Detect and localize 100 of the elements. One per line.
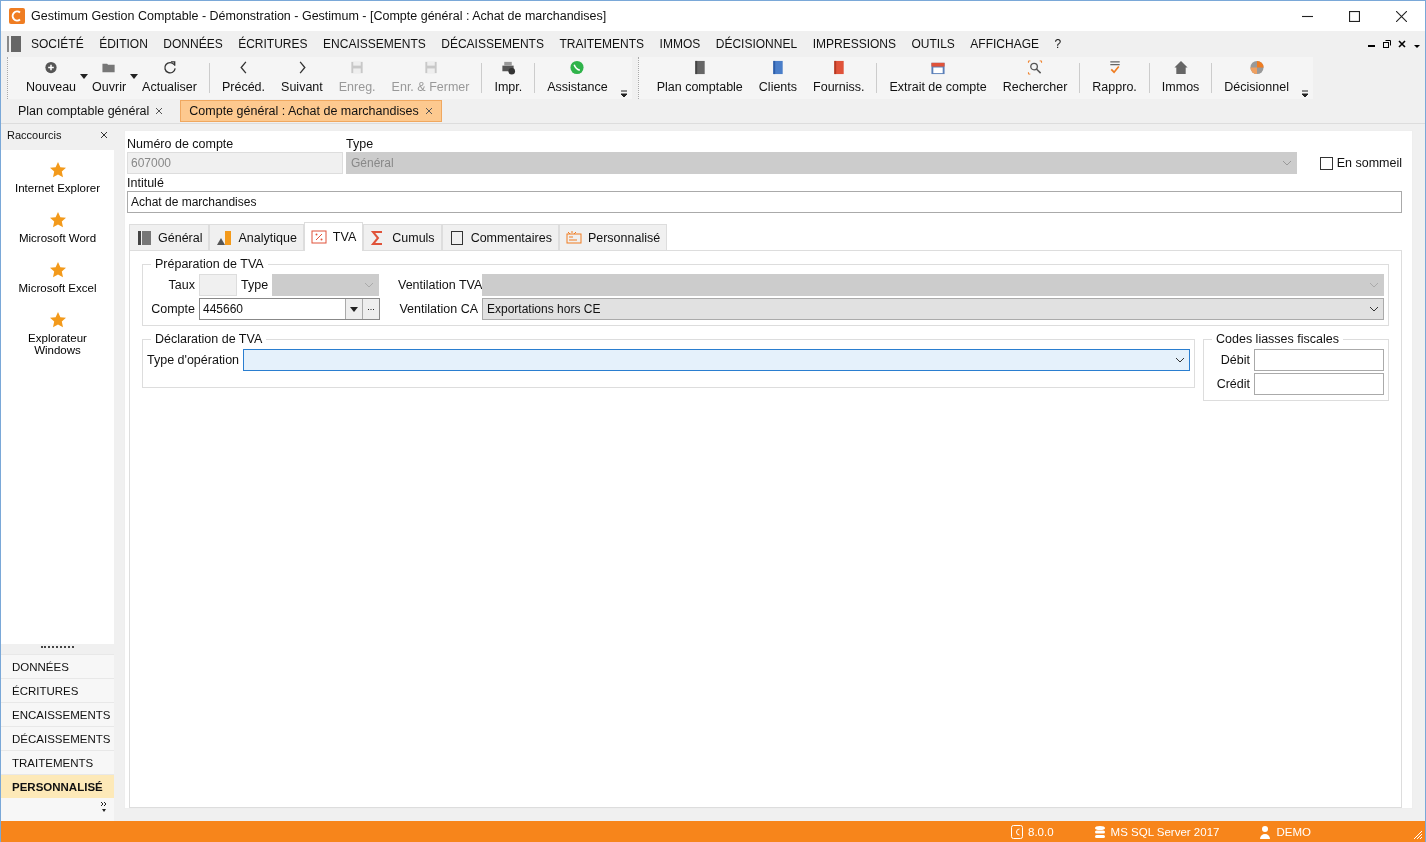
menu-item[interactable]: TRAITEMENTS <box>559 37 645 51</box>
field-label: Ventilation CA <box>398 302 478 316</box>
close-icon[interactable] <box>1396 10 1407 22</box>
window-title: Gestimum Gestion Comptable - Démonstration - Gestimum - [Compte général : Achat de marchandises] <box>31 9 607 23</box>
shortcut-item[interactable]: Microsoft Word <box>1 208 114 248</box>
title-field[interactable]: Achat de marchandises <box>127 191 1402 213</box>
user-icon <box>1259 824 1272 839</box>
debit-field[interactable] <box>1254 349 1384 371</box>
rate-field[interactable] <box>199 274 237 296</box>
toolbar-button[interactable]: Décisionnel <box>1216 57 1297 99</box>
toolbar-button[interactable]: Rappro. <box>1084 57 1145 99</box>
percent-icon <box>310 229 327 245</box>
form-icon <box>565 229 582 246</box>
dormant-checkbox[interactable]: En sommeil <box>1319 156 1402 170</box>
menu-item[interactable]: DONNÉES <box>163 37 223 51</box>
menu-item[interactable]: IMMOS <box>659 37 701 51</box>
group-title: Préparation de TVA <box>154 257 265 271</box>
page-icon <box>448 229 465 246</box>
menu-item[interactable]: SOCIÉTÉ <box>31 37 84 51</box>
field-label: Crédit <box>1215 377 1250 391</box>
shortcut-item[interactable]: Explorateur Windows <box>1 308 114 360</box>
save-icon <box>349 60 366 75</box>
toolbar-button[interactable]: Extrait de compte <box>881 57 995 99</box>
star-icon <box>49 262 66 278</box>
group-title: Déclaration de TVA <box>154 332 264 346</box>
toolbar-button[interactable]: Précéd. <box>213 57 274 99</box>
form-tab[interactable]: TVA <box>303 222 364 251</box>
toolbar-button[interactable]: Actualiser <box>134 57 205 99</box>
overflow-icon[interactable] <box>619 89 628 97</box>
close-icon[interactable] <box>100 131 108 139</box>
chevron-down-icon <box>1369 282 1379 288</box>
document-tab[interactable]: Compte général : Achat de marchandises <box>180 100 442 122</box>
menu-item[interactable]: IMPRESSIONS <box>812 37 896 51</box>
toolbar-button[interactable]: Plan comptable <box>648 57 751 99</box>
ca-breakdown-dropdown[interactable]: Exportations hors CE <box>482 298 1384 320</box>
menu-item[interactable]: DÉCAISSEMENTS <box>441 37 544 51</box>
form-tab[interactable]: Personnalisé <box>558 224 668 250</box>
operation-type-dropdown[interactable] <box>243 349 1190 371</box>
toolbar-button[interactable]: Fourniss. <box>805 57 873 99</box>
field-label: Numéro de compte <box>127 137 234 151</box>
group-title: Codes liasses fiscales <box>1215 332 1340 346</box>
field-label: Type <box>241 278 269 292</box>
star-icon <box>49 212 66 228</box>
toolbar-button[interactable]: Ouvrir <box>84 57 135 99</box>
toolbar-button[interactable]: Suivant <box>273 57 331 99</box>
overflow-icon[interactable] <box>1300 89 1309 97</box>
maximize-icon[interactable] <box>1349 10 1360 22</box>
sidebar-section[interactable]: ENCAISSEMENTS <box>1 702 114 726</box>
restore-icon[interactable] <box>1383 40 1391 48</box>
menu-item[interactable]: ? <box>1054 37 1062 51</box>
field-label: Compte <box>150 302 195 316</box>
toolbar-button[interactable]: Immos <box>1153 57 1208 99</box>
menu-item[interactable]: ENCAISSEMENTS <box>323 37 426 51</box>
app-logo-icon <box>1011 824 1023 839</box>
document-tab[interactable]: Plan comptable général <box>9 100 173 122</box>
form-tab[interactable]: Cumuls <box>363 224 442 250</box>
chevron-down-icon <box>1281 160 1292 166</box>
pie-icon <box>1248 60 1265 75</box>
sidebar-section[interactable]: PERSONNALISÉ <box>1 774 114 798</box>
account-combo-field[interactable]: 445660 <box>199 298 380 320</box>
house-icon <box>1172 60 1189 75</box>
shortcut-item[interactable]: Internet Explorer <box>1 158 114 198</box>
sidebar-section[interactable]: DONNÉES <box>1 654 114 678</box>
form-tab[interactable]: Analytique <box>209 224 304 250</box>
chevron-down-icon <box>1175 357 1185 363</box>
shortcut-item[interactable]: Microsoft Excel <box>1 258 114 298</box>
chevron-down-icon <box>364 282 375 288</box>
ellipsis-icon <box>367 306 375 312</box>
chevron-down-icon <box>1369 306 1379 312</box>
print-icon <box>500 60 517 75</box>
toolbar-button[interactable]: Nouveau <box>18 57 85 99</box>
close-icon[interactable] <box>155 107 164 115</box>
resize-grip-icon[interactable] <box>1411 828 1423 840</box>
form-tab[interactable]: Général <box>129 224 210 250</box>
caret-icon <box>350 306 358 312</box>
star-icon <box>49 312 66 328</box>
app-logo-icon <box>9 8 25 24</box>
sidebar-title: Raccourcis <box>7 129 62 141</box>
calendar-icon <box>930 60 947 75</box>
refresh-icon <box>161 60 178 75</box>
close-icon[interactable] <box>1398 40 1406 48</box>
menu-item[interactable]: DÉCISIONNEL <box>715 37 798 51</box>
search-icon <box>1027 60 1044 75</box>
star-icon <box>49 162 66 178</box>
more-sections-icon[interactable] <box>100 801 108 813</box>
toolbar-button[interactable]: Impr. <box>486 57 531 99</box>
sidebar-section[interactable]: ÉCRITURES <box>1 678 114 702</box>
menu-item[interactable]: ÉDITION <box>99 37 148 51</box>
version-label: 8.0.0 <box>1028 825 1054 838</box>
menu-item[interactable]: ÉCRITURES <box>238 37 308 51</box>
toolbar-button[interactable]: Rechercher <box>994 57 1076 99</box>
toolbar-button[interactable]: Assistance <box>539 57 616 99</box>
menu-item[interactable]: AFFICHAGE <box>970 37 1039 51</box>
form-tab[interactable]: Commentaires <box>441 224 559 250</box>
toolbar-button[interactable]: Clients <box>750 57 806 99</box>
database-icon <box>1093 824 1106 839</box>
credit-field[interactable] <box>1254 373 1384 395</box>
sidebar-section[interactable]: DÉCAISSEMENTS <box>1 726 114 750</box>
sidebar-section[interactable]: TRAITEMENTS <box>1 750 114 774</box>
menu-item[interactable]: OUTILS <box>911 37 955 51</box>
